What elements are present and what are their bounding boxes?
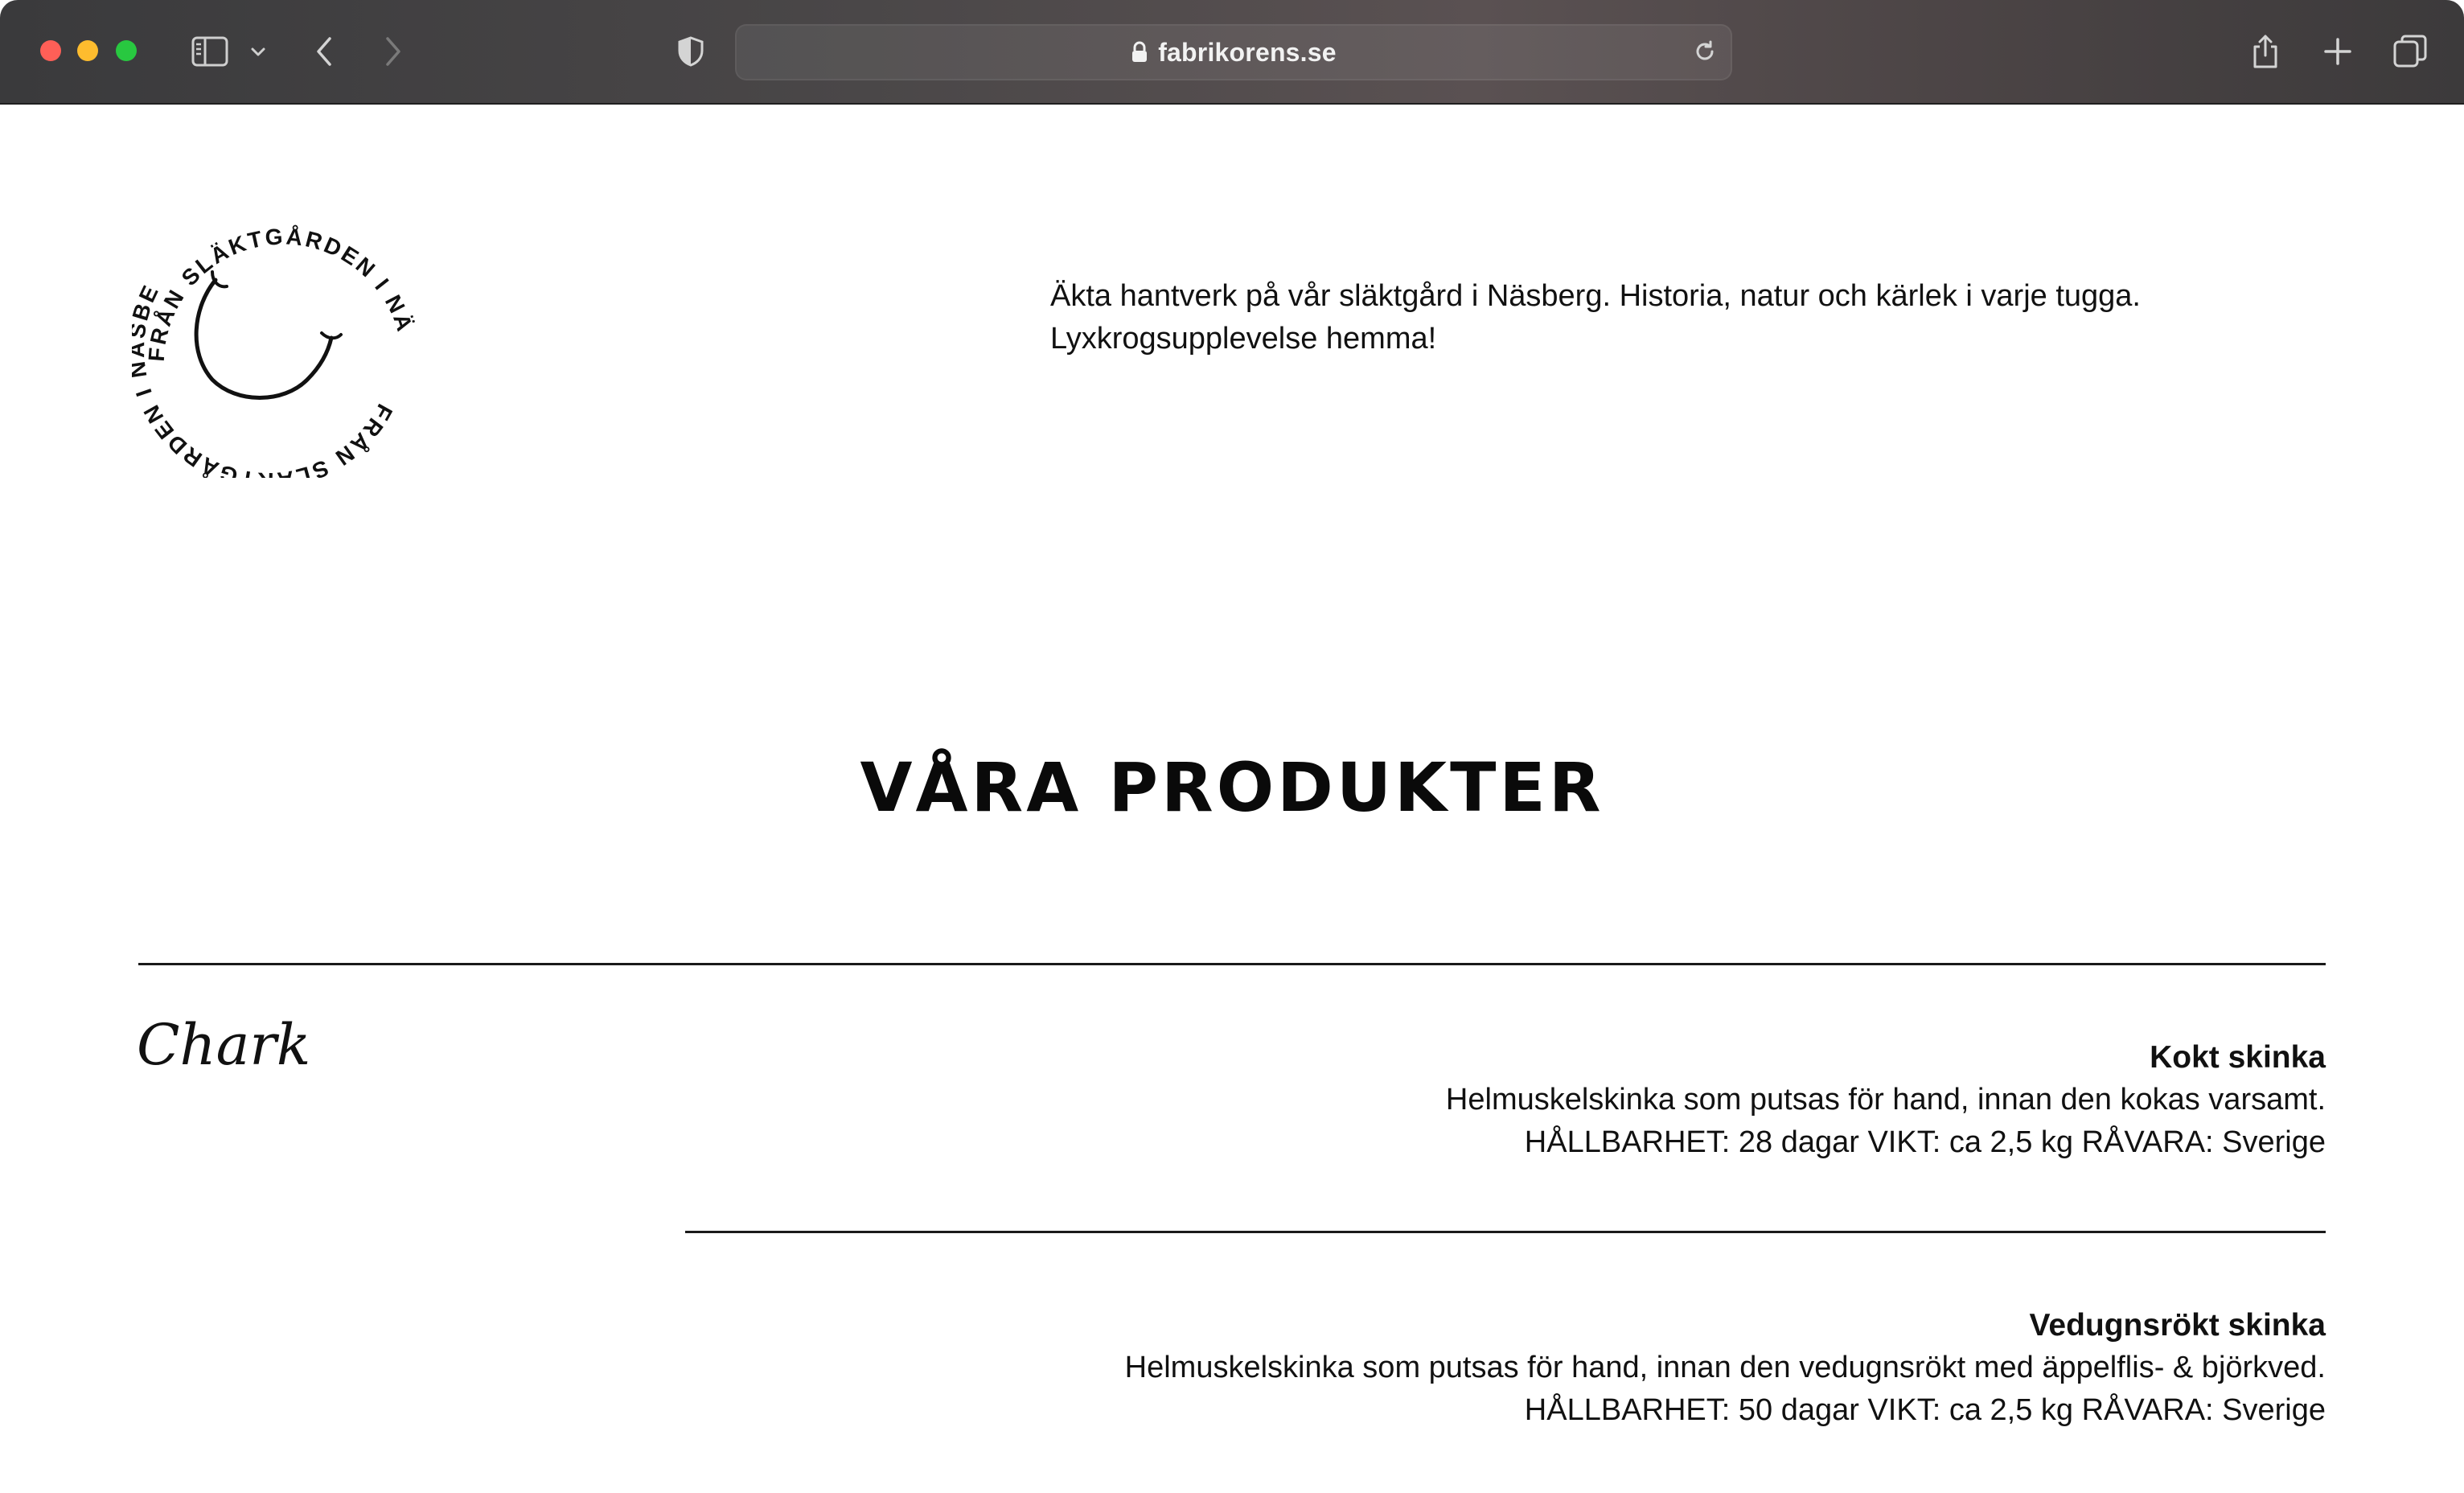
svg-text:FRÅN SLÄKTGÅRDEN I NÄSBERG: FRÅN SLÄKTGÅRDEN I NÄSBERG [132, 169, 418, 362]
back-arrow-icon[interactable] [306, 27, 343, 76]
product-details: HÅLLBARHET: 50 dagar VIKT: ca 2,5 kg RÅV… [1524, 1393, 2326, 1427]
tab-overview-icon[interactable] [2390, 27, 2430, 76]
browser-window: fabrikorens.se FRÅN SLÄKTGÅRDEN I NÄSBER… [0, 0, 2464, 1493]
product-divider [685, 1231, 2326, 1233]
zoom-window-button[interactable] [116, 40, 137, 61]
category-label: Chark [137, 1012, 311, 1078]
product-item: Vedugnsrökt skinka Helmuskelskinka som p… [556, 1304, 2326, 1432]
sidebar-icon[interactable] [182, 27, 238, 76]
share-icon[interactable] [2247, 27, 2284, 76]
intro-line-2: Lyxkrogsupplevelse hemma! [1050, 322, 1437, 356]
section-heading: VÅRA PRODUKTER [860, 748, 1604, 827]
intro-line-1: Äkta hantverk på vår släktgård i Näsberg… [1050, 279, 2141, 313]
address-bar[interactable]: fabrikorens.se [735, 24, 1732, 80]
close-window-button[interactable] [40, 40, 61, 61]
lock-icon [1131, 41, 1148, 64]
browser-toolbar: fabrikorens.se [0, 0, 2464, 105]
product-description: Helmuskelskinka som putsas för hand, inn… [1445, 1083, 2326, 1117]
section-divider [138, 963, 2326, 965]
plus-icon[interactable] [2319, 27, 2356, 76]
product-details: HÅLLBARHET: 28 dagar VIKT: ca 2,5 kg RÅV… [1524, 1125, 2326, 1159]
intro-text: Äkta hantverk på vår släktgård i Näsberg… [1050, 275, 2257, 360]
chevron-down-icon[interactable] [244, 27, 272, 76]
product-name: Vedugnsrökt skinka [2029, 1308, 2326, 1343]
product-item: Kokt skinka Helmuskelskinka som putsas f… [556, 1036, 2326, 1164]
minimize-window-button[interactable] [77, 40, 98, 61]
url-text: fabrikorens.se [1158, 37, 1337, 67]
forward-arrow-icon[interactable] [375, 27, 412, 76]
product-name: Kokt skinka [2150, 1040, 2326, 1075]
shield-icon[interactable] [671, 27, 711, 76]
product-description: Helmuskelskinka som putsas för hand, inn… [1124, 1351, 2326, 1384]
brand-logo[interactable]: FRÅN SLÄKTGÅRDEN I NÄSBERG FRÅN SLÄKTGÅR… [122, 149, 429, 493]
reload-icon[interactable] [1689, 35, 1721, 68]
